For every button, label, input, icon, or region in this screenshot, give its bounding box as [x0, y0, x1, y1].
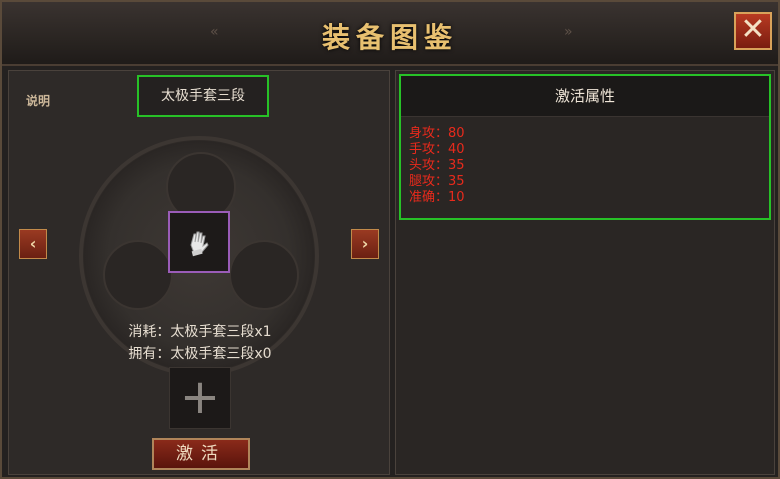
owned-text: 拥有：太极手套三段x0	[128, 346, 272, 362]
item-name-label: 太极手套三段	[137, 75, 269, 117]
close-button[interactable]: ✕	[734, 12, 772, 50]
next-item-button[interactable]: ›	[351, 229, 379, 259]
glove-icon	[190, 231, 209, 257]
dial-slot-left	[103, 240, 173, 310]
consume-text: 消耗：太极手套三段x1	[128, 324, 272, 340]
attribute-box: 激活属性 身攻：80 手攻：40 头攻：35 腿攻：35 准确：10	[399, 74, 771, 220]
attribute-leg-attack: 腿攻：35	[409, 174, 465, 189]
add-material-button[interactable]: +	[169, 367, 231, 429]
attribute-hand-attack: 手攻：40	[409, 142, 465, 157]
item-slot[interactable]	[168, 211, 230, 273]
activate-button[interactable]: 激活	[152, 438, 250, 470]
title-right-ornament-icon: »	[564, 24, 573, 40]
equipment-catalog-window: « 装备图鉴 » ✕ 说明 太极手套三段 ‹ › 消耗：太极手套三段x1 拥有：…	[0, 0, 780, 479]
attribute-panel: 激活属性 身攻：80 手攻：40 头攻：35 腿攻：35 准确：10	[395, 70, 775, 475]
window-title: 装备图鉴	[321, 21, 458, 54]
attribute-accuracy: 准确：10	[409, 190, 465, 205]
help-emblem-icon[interactable]: 说明	[21, 86, 55, 116]
item-panel: 说明 太极手套三段 ‹ › 消耗：太极手套三段x1 拥有：太极手套三段x0 + …	[8, 70, 390, 475]
attribute-header: 激活属性	[401, 76, 769, 117]
attribute-list: 身攻：80 手攻：40 头攻：35 腿攻：35 准确：10	[409, 126, 465, 206]
dial-slot-right	[229, 240, 299, 310]
attribute-head-attack: 头攻：35	[409, 158, 465, 173]
prev-item-button[interactable]: ‹	[19, 229, 47, 259]
title-bar: « 装备图鉴 » ✕	[2, 2, 778, 66]
attribute-body-attack: 身攻：80	[409, 126, 465, 141]
